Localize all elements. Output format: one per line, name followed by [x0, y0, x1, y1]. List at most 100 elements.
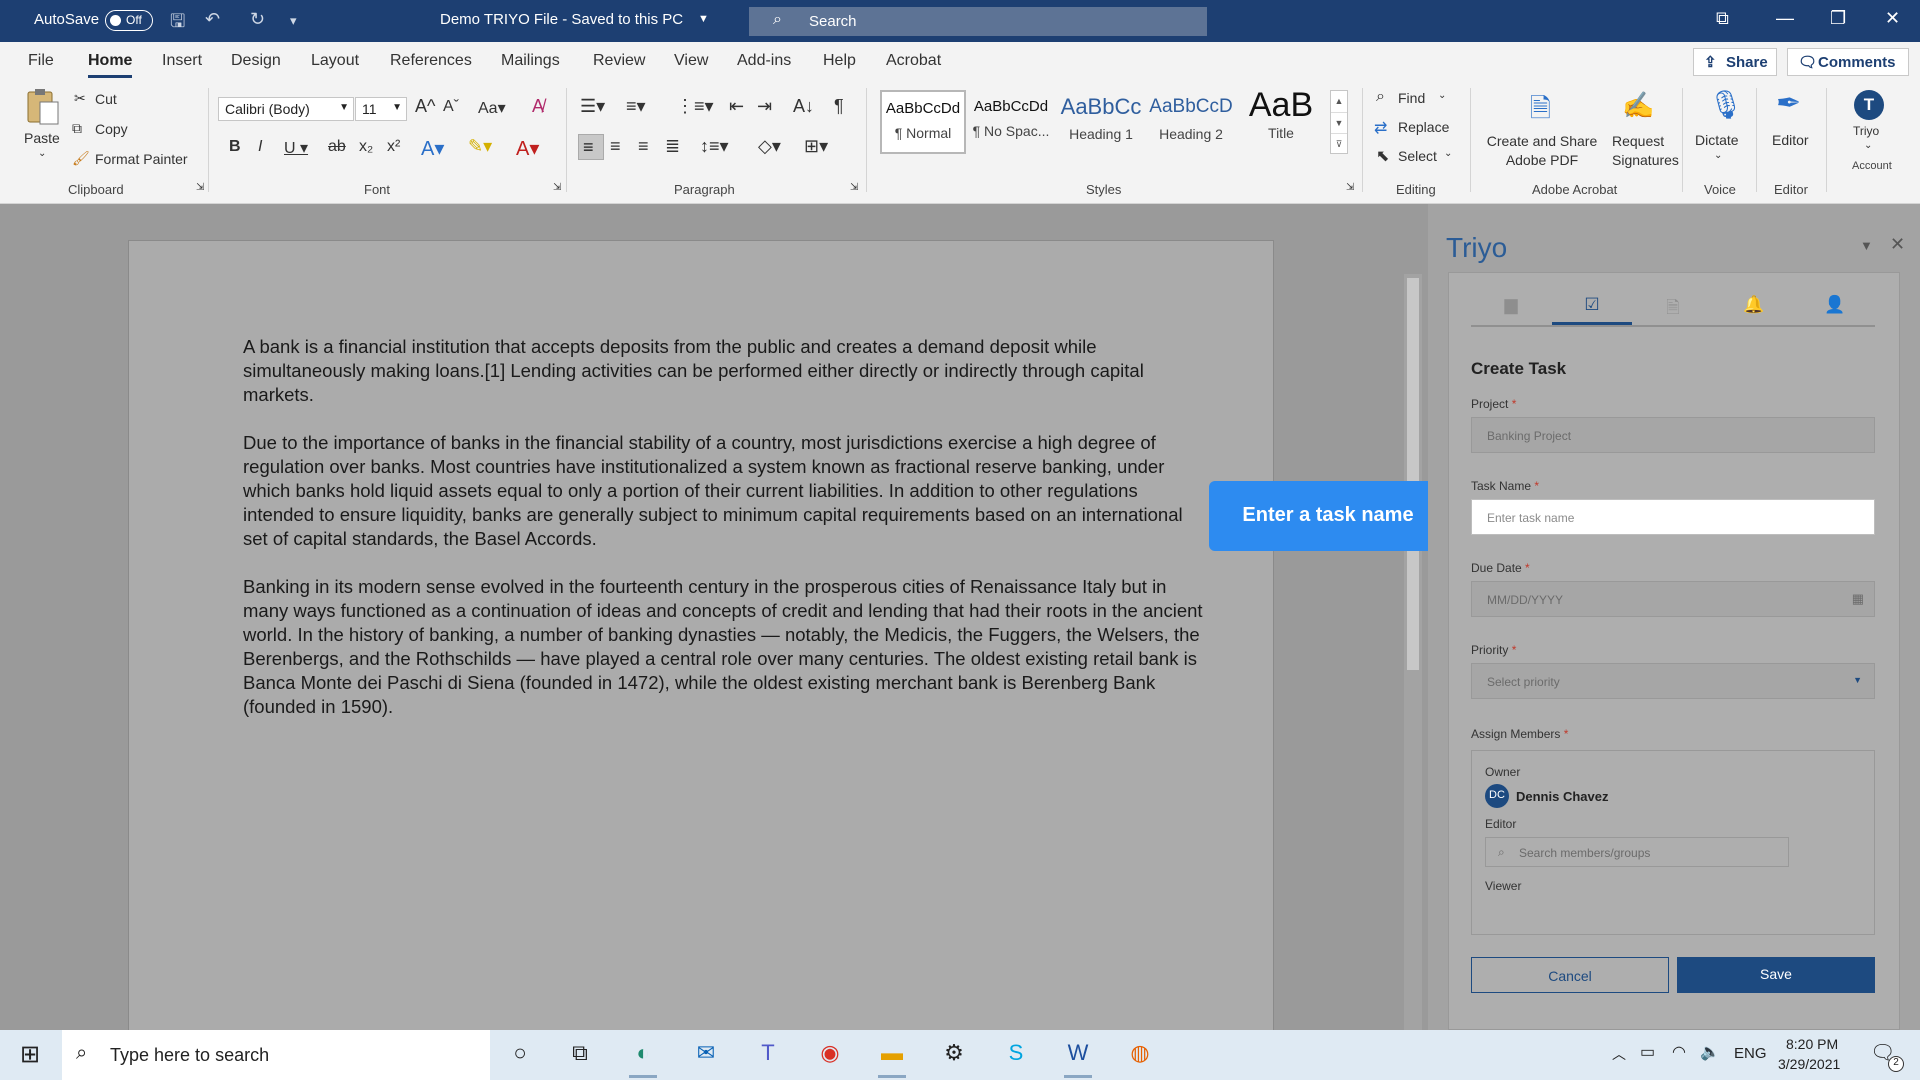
tab-view[interactable]: View — [674, 52, 708, 70]
autosave-toggle[interactable]: Off — [105, 10, 153, 31]
align-right-icon[interactable]: ≡ — [638, 136, 649, 157]
tab-layout[interactable]: Layout — [311, 52, 359, 70]
doc-paragraph-3[interactable]: Banking in its modern sense evolved in t… — [243, 575, 1203, 719]
styles-scroll[interactable]: ▲ ▼ ⊽ — [1330, 90, 1348, 154]
language-indicator[interactable]: ENG — [1734, 1045, 1767, 1062]
show-formatting-icon[interactable]: ¶ — [834, 96, 844, 117]
numbering-icon[interactable]: ≡▾ — [626, 96, 646, 117]
account-dropdown-icon[interactable]: ⌄ — [1864, 140, 1872, 151]
scroll-down-icon[interactable]: ▼ — [1331, 112, 1347, 133]
scroll-up-icon[interactable]: ▲ — [1331, 91, 1347, 112]
save-button[interactable]: Save — [1677, 957, 1875, 993]
style-no-spacing[interactable]: AaBbCcDd ¶ No Spac... — [968, 90, 1054, 154]
increase-indent-icon[interactable]: ⇥ — [757, 96, 772, 117]
taskbar-search[interactable]: ⌕ Type here to search — [62, 1030, 490, 1080]
tab-references[interactable]: References — [390, 52, 472, 70]
tab-notifications[interactable]: 🔔 — [1714, 295, 1794, 325]
cut-button[interactable]: Cut — [95, 91, 117, 107]
scrollbar-thumb[interactable] — [1407, 278, 1419, 670]
shading-icon[interactable]: ◇▾ — [758, 136, 781, 157]
save-icon[interactable]: 🖫 — [170, 9, 185, 39]
document-page[interactable]: A bank is a financial institution that a… — [128, 240, 1274, 1060]
vertical-scrollbar[interactable] — [1404, 274, 1422, 1030]
find-dropdown-icon[interactable]: ⌄ — [1438, 90, 1446, 101]
file-explorer-icon[interactable]: ▬ — [876, 1040, 908, 1078]
strikethrough-icon[interactable]: ab — [328, 138, 346, 156]
find-button[interactable]: Find — [1398, 90, 1425, 106]
tab-review[interactable]: Review — [593, 52, 645, 70]
project-field[interactable]: Banking Project — [1471, 417, 1875, 453]
cancel-button[interactable]: Cancel — [1471, 957, 1669, 993]
tab-documents[interactable]: 🗎 — [1633, 295, 1713, 325]
document-title[interactable]: Demo TRIYO File - Saved to this PC — [440, 11, 683, 28]
tab-files[interactable]: ▆ — [1471, 295, 1551, 325]
edge-icon[interactable]: ◐ — [627, 1040, 659, 1078]
decrease-indent-icon[interactable]: ⇤ — [729, 96, 744, 117]
tab-design[interactable]: Design — [231, 52, 281, 70]
show-hidden-icons-icon[interactable]: ︿ — [1612, 1044, 1626, 1064]
editor-button[interactable]: Editor — [1772, 132, 1809, 148]
skype-icon[interactable]: S — [1000, 1040, 1032, 1070]
bullets-icon[interactable]: ☰▾ — [580, 96, 605, 117]
tab-home[interactable]: Home — [88, 52, 133, 78]
styles-launcher-icon[interactable]: ⇲ — [1346, 182, 1354, 193]
format-painter-button[interactable]: Format Painter — [95, 151, 188, 167]
font-color-icon[interactable]: A▾ — [516, 136, 539, 161]
request-signatures-button[interactable]: Request Signatures — [1612, 132, 1679, 170]
paragraph-launcher-icon[interactable]: ⇲ — [850, 182, 858, 193]
grow-font-icon[interactable]: A^ — [415, 96, 435, 117]
multilevel-list-icon[interactable]: ⋮≡▾ — [676, 96, 714, 117]
account-avatar[interactable]: T — [1854, 90, 1884, 120]
underline-icon[interactable]: U ▾ — [284, 138, 308, 158]
copy-button[interactable]: Copy — [95, 121, 128, 137]
settings-gear-icon[interactable]: ⚙ — [938, 1040, 970, 1070]
undo-icon[interactable]: ↶ — [205, 9, 220, 30]
priority-select[interactable]: Select priority ▼ — [1471, 663, 1875, 699]
close-icon[interactable]: ✕ — [1885, 8, 1900, 29]
task-view-icon[interactable]: ⧉ — [564, 1040, 596, 1070]
tab-acrobat[interactable]: Acrobat — [886, 52, 941, 70]
align-center-icon[interactable]: ≡ — [610, 136, 621, 157]
tab-help[interactable]: Help — [823, 52, 856, 70]
redo-icon[interactable]: ↻ — [250, 9, 265, 30]
share-button[interactable]: ⇪ Share — [1693, 48, 1777, 76]
tab-add-ins[interactable]: Add-ins — [737, 52, 791, 70]
paste-icon[interactable] — [22, 88, 62, 125]
clock-date[interactable]: 3/29/2021 — [1778, 1056, 1840, 1072]
highlight-color-icon[interactable]: ✎▾ — [468, 136, 492, 157]
superscript-icon[interactable]: x² — [387, 138, 400, 156]
pane-options-icon[interactable]: ▼ — [1860, 238, 1873, 253]
create-share-pdf-button[interactable]: Create and Share Adobe PDF — [1480, 132, 1604, 170]
replace-button[interactable]: Replace — [1398, 119, 1449, 135]
task-name-input[interactable]: Enter task name — [1471, 499, 1875, 535]
outlook-icon[interactable]: ✉ — [690, 1040, 722, 1070]
battery-icon[interactable]: ▭ — [1640, 1042, 1655, 1062]
shrink-font-icon[interactable]: Aˇ — [443, 98, 459, 116]
comments-button[interactable]: 🗨 Comments — [1787, 48, 1909, 76]
select-button[interactable]: Select — [1398, 148, 1437, 164]
sort-icon[interactable]: A↓ — [793, 96, 814, 117]
calendar-icon[interactable]: ▦ — [1852, 591, 1864, 607]
doc-paragraph-2[interactable]: Due to the importance of banks in the fi… — [243, 431, 1203, 551]
paste-dropdown-icon[interactable]: ⌄ — [38, 148, 46, 159]
search-box[interactable]: ⌕ Search — [749, 7, 1207, 36]
pane-close-icon[interactable]: ✕ — [1890, 234, 1905, 255]
font-size-select[interactable]: 11 ▼ — [355, 97, 407, 121]
style-normal[interactable]: AaBbCcDd ¶ Normal — [880, 90, 966, 154]
change-case-icon[interactable]: Aa▾ — [478, 98, 506, 118]
italic-icon[interactable]: I — [258, 138, 262, 156]
style-heading-2[interactable]: AaBbCcD Heading 2 — [1148, 90, 1234, 154]
paste-button[interactable]: Paste — [24, 130, 60, 146]
cortana-icon[interactable]: ○ — [504, 1040, 536, 1070]
minimize-icon[interactable]: — — [1776, 8, 1794, 29]
line-spacing-icon[interactable]: ↕≡▾ — [700, 136, 729, 157]
more-styles-icon[interactable]: ⊽ — [1331, 133, 1347, 153]
clipboard-launcher-icon[interactable]: ⇲ — [196, 182, 204, 193]
text-effects-icon[interactable]: A▾ — [421, 136, 444, 161]
due-date-input[interactable]: MM/DD/YYYY ▦ — [1471, 581, 1875, 617]
style-title[interactable]: AaB Title — [1238, 86, 1324, 154]
wifi-icon[interactable]: ◠ — [1672, 1042, 1686, 1062]
subscript-icon[interactable]: x₂ — [359, 138, 373, 156]
restore-icon[interactable]: ❐ — [1830, 8, 1846, 29]
tab-mailings[interactable]: Mailings — [501, 52, 560, 70]
